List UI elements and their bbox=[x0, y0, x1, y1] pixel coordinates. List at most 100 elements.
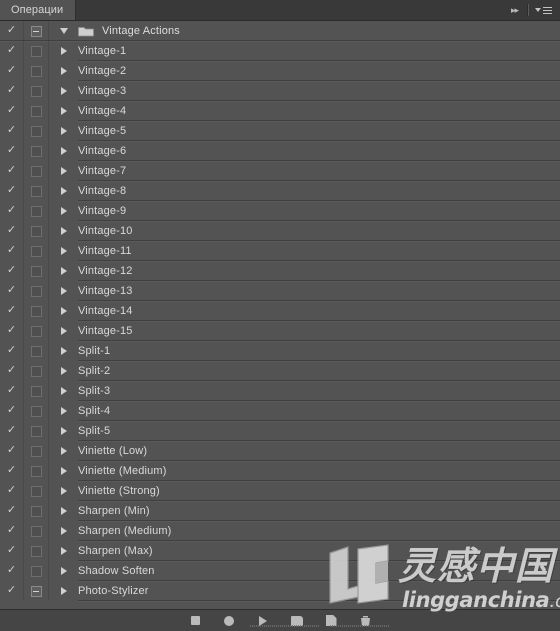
expand-toggle[interactable] bbox=[49, 141, 78, 161]
toggle-item-checkbox[interactable]: ✓ bbox=[0, 461, 24, 481]
expand-toggle[interactable] bbox=[49, 581, 78, 601]
action-row[interactable]: ✓ Vintage-2 bbox=[0, 61, 560, 81]
expand-toggle[interactable] bbox=[49, 221, 78, 241]
toggle-item-checkbox[interactable]: ✓ bbox=[0, 61, 24, 81]
toggle-dialog-checkbox[interactable] bbox=[24, 581, 49, 601]
expand-toggle[interactable] bbox=[49, 461, 78, 481]
toggle-dialog-checkbox[interactable] bbox=[24, 441, 49, 461]
expand-toggle[interactable] bbox=[49, 101, 78, 121]
action-row[interactable]: ✓ Vintage-14 bbox=[0, 301, 560, 321]
expand-toggle[interactable] bbox=[49, 61, 78, 81]
toggle-dialog-checkbox[interactable] bbox=[24, 561, 49, 581]
action-row[interactable]: ✓ Vintage-13 bbox=[0, 281, 560, 301]
action-row[interactable]: ✓ Vintage-15 bbox=[0, 321, 560, 341]
expand-toggle[interactable] bbox=[49, 21, 78, 41]
toggle-dialog-checkbox[interactable] bbox=[24, 41, 49, 61]
toggle-dialog-checkbox[interactable] bbox=[24, 501, 49, 521]
action-row[interactable]: ✓ Vintage-7 bbox=[0, 161, 560, 181]
action-row[interactable]: ✓ Vintage-12 bbox=[0, 261, 560, 281]
toggle-dialog-checkbox[interactable] bbox=[24, 461, 49, 481]
toggle-item-checkbox[interactable]: ✓ bbox=[0, 321, 24, 341]
toggle-dialog-checkbox[interactable] bbox=[24, 481, 49, 501]
toggle-dialog-checkbox[interactable] bbox=[24, 21, 49, 41]
action-row[interactable]: ✓ Vintage-1 bbox=[0, 41, 560, 61]
expand-toggle[interactable] bbox=[49, 341, 78, 361]
expand-toggle[interactable] bbox=[49, 321, 78, 341]
double-chevron-right-icon[interactable]: ▸▸ bbox=[508, 5, 521, 15]
toggle-dialog-checkbox[interactable] bbox=[24, 241, 49, 261]
toggle-dialog-checkbox[interactable] bbox=[24, 421, 49, 441]
action-row[interactable]: ✓ Sharpen (Min) bbox=[0, 501, 560, 521]
toggle-dialog-checkbox[interactable] bbox=[24, 141, 49, 161]
action-row[interactable]: ✓ Vintage-6 bbox=[0, 141, 560, 161]
toggle-item-checkbox[interactable]: ✓ bbox=[0, 421, 24, 441]
toggle-item-checkbox[interactable]: ✓ bbox=[0, 501, 24, 521]
action-row[interactable]: ✓ Vintage-3 bbox=[0, 81, 560, 101]
toggle-item-checkbox[interactable]: ✓ bbox=[0, 181, 24, 201]
toggle-item-checkbox[interactable]: ✓ bbox=[0, 561, 24, 581]
expand-toggle[interactable] bbox=[49, 441, 78, 461]
toggle-item-checkbox[interactable]: ✓ bbox=[0, 401, 24, 421]
expand-toggle[interactable] bbox=[49, 401, 78, 421]
toggle-item-checkbox[interactable]: ✓ bbox=[0, 261, 24, 281]
toggle-item-checkbox[interactable]: ✓ bbox=[0, 141, 24, 161]
action-list[interactable]: ✓ Vintage Actions ✓ Vintage-1 ✓ Vintage-2 ✓ Vin… bbox=[0, 21, 560, 609]
toggle-item-checkbox[interactable]: ✓ bbox=[0, 41, 24, 61]
tab-actions[interactable]: Операции bbox=[0, 0, 77, 20]
toggle-item-checkbox[interactable]: ✓ bbox=[0, 241, 24, 261]
action-row[interactable]: ✓ Vintage-9 bbox=[0, 201, 560, 221]
panel-menu-icon[interactable] bbox=[535, 6, 554, 14]
action-row[interactable]: ✓ Split-1 bbox=[0, 341, 560, 361]
action-row[interactable]: ✓ Shadow Soften bbox=[0, 561, 560, 581]
action-row[interactable]: ✓ Viniette (Low) bbox=[0, 441, 560, 461]
expand-toggle[interactable] bbox=[49, 41, 78, 61]
toggle-dialog-checkbox[interactable] bbox=[24, 281, 49, 301]
toggle-item-checkbox[interactable]: ✓ bbox=[0, 81, 24, 101]
toggle-dialog-checkbox[interactable] bbox=[24, 181, 49, 201]
toggle-item-checkbox[interactable]: ✓ bbox=[0, 341, 24, 361]
toggle-item-checkbox[interactable]: ✓ bbox=[0, 361, 24, 381]
expand-toggle[interactable] bbox=[49, 421, 78, 441]
expand-toggle[interactable] bbox=[49, 481, 78, 501]
expand-toggle[interactable] bbox=[49, 541, 78, 561]
expand-toggle[interactable] bbox=[49, 241, 78, 261]
expand-toggle[interactable] bbox=[49, 121, 78, 141]
toggle-item-checkbox[interactable]: ✓ bbox=[0, 161, 24, 181]
expand-toggle[interactable] bbox=[49, 361, 78, 381]
resize-grip[interactable] bbox=[549, 598, 558, 607]
toggle-item-checkbox[interactable]: ✓ bbox=[0, 21, 24, 41]
expand-toggle[interactable] bbox=[49, 381, 78, 401]
expand-toggle[interactable] bbox=[49, 501, 78, 521]
toggle-dialog-checkbox[interactable] bbox=[24, 301, 49, 321]
expand-toggle[interactable] bbox=[49, 181, 78, 201]
action-row[interactable]: ✓ Vintage-8 bbox=[0, 181, 560, 201]
action-row[interactable]: ✓ Sharpen (Medium) bbox=[0, 521, 560, 541]
action-row[interactable]: ✓ Vintage-10 bbox=[0, 221, 560, 241]
action-row[interactable]: ✓ Split-5 bbox=[0, 421, 560, 441]
toggle-dialog-checkbox[interactable] bbox=[24, 121, 49, 141]
expand-toggle[interactable] bbox=[49, 161, 78, 181]
action-row[interactable]: ✓ Photo-Stylizer bbox=[0, 581, 560, 601]
expand-toggle[interactable] bbox=[49, 281, 78, 301]
toggle-item-checkbox[interactable]: ✓ bbox=[0, 481, 24, 501]
toggle-dialog-checkbox[interactable] bbox=[24, 401, 49, 421]
toggle-item-checkbox[interactable]: ✓ bbox=[0, 121, 24, 141]
toggle-dialog-checkbox[interactable] bbox=[24, 61, 49, 81]
toggle-dialog-checkbox[interactable] bbox=[24, 201, 49, 221]
toggle-dialog-checkbox[interactable] bbox=[24, 101, 49, 121]
toggle-item-checkbox[interactable]: ✓ bbox=[0, 221, 24, 241]
toggle-dialog-checkbox[interactable] bbox=[24, 341, 49, 361]
toggle-item-checkbox[interactable]: ✓ bbox=[0, 101, 24, 121]
toggle-dialog-checkbox[interactable] bbox=[24, 161, 49, 181]
stop-button[interactable] bbox=[187, 613, 203, 629]
action-row[interactable]: ✓ Split-4 bbox=[0, 401, 560, 421]
action-row[interactable]: ✓ Split-2 bbox=[0, 361, 560, 381]
toggle-dialog-checkbox[interactable] bbox=[24, 321, 49, 341]
toggle-dialog-checkbox[interactable] bbox=[24, 261, 49, 281]
action-row[interactable]: ✓ Vintage-11 bbox=[0, 241, 560, 261]
toggle-dialog-checkbox[interactable] bbox=[24, 221, 49, 241]
toggle-dialog-checkbox[interactable] bbox=[24, 521, 49, 541]
expand-toggle[interactable] bbox=[49, 201, 78, 221]
action-row[interactable]: ✓ Split-3 bbox=[0, 381, 560, 401]
action-row[interactable]: ✓ Sharpen (Max) bbox=[0, 541, 560, 561]
